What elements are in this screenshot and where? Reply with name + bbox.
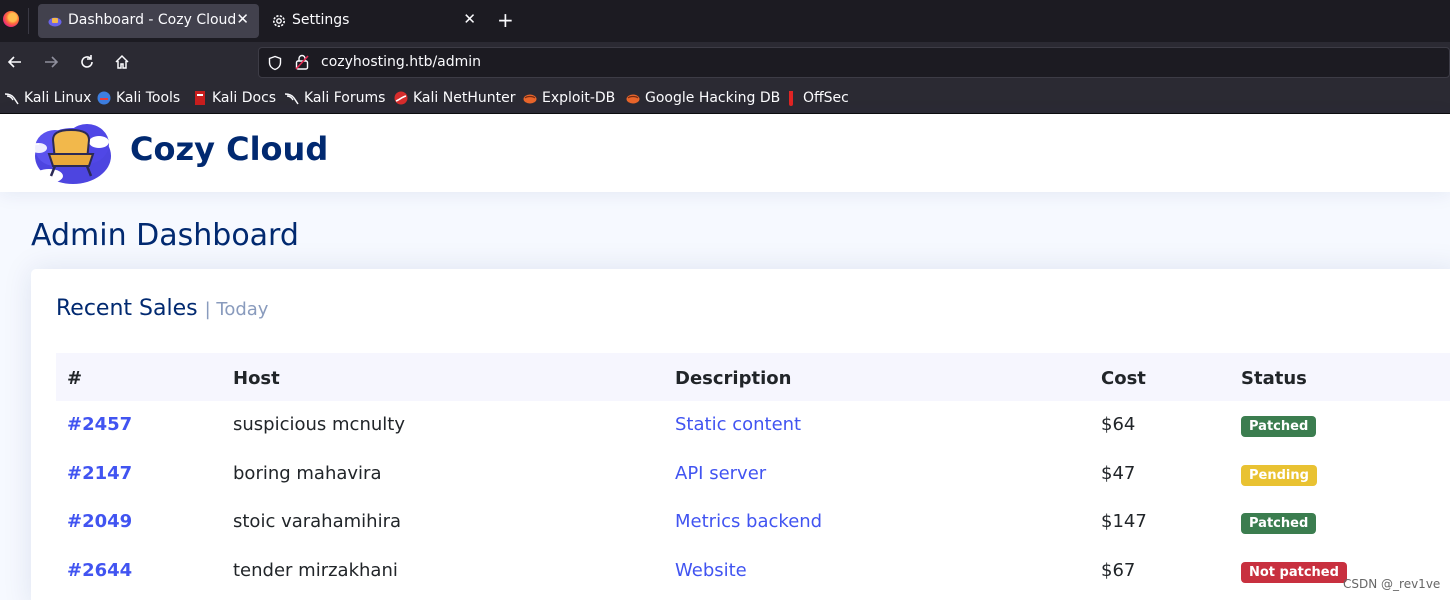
bookmark-exploit-db[interactable]: Exploit-DB	[522, 89, 615, 107]
ghdb-icon	[625, 90, 641, 106]
bookmark-label: Kali Linux	[24, 90, 92, 106]
close-icon[interactable]: ✕	[463, 10, 476, 28]
tab-separator	[28, 8, 29, 34]
shield-icon[interactable]	[267, 55, 283, 71]
bookmark-label: Google Hacking DB	[645, 90, 781, 106]
cost-value: $47	[1101, 462, 1136, 484]
firefox-icon[interactable]	[3, 11, 19, 27]
gear-icon	[273, 15, 285, 27]
column-header-status: Status	[1241, 368, 1307, 389]
recent-sales-card: Recent Sales | Today # Host Description …	[31, 269, 1450, 600]
host-name: suspicious mcnulty	[233, 414, 405, 435]
card-subtitle: | Today	[204, 299, 269, 320]
browser-tab-bar: Dashboard - Cozy Cloud ✕ Settings ✕ +	[0, 0, 1450, 42]
card-title: Recent Sales | Today	[56, 296, 268, 321]
kali-docs-icon	[192, 90, 208, 106]
status-badge: Pending	[1241, 464, 1317, 486]
order-id-link[interactable]: #2049	[67, 511, 132, 532]
cost-value: $64	[1101, 414, 1136, 435]
tab-dashboard[interactable]: Dashboard - Cozy Cloud ✕	[38, 4, 259, 38]
offsec-icon	[783, 90, 799, 106]
bookmark-kali-docs[interactable]: Kali Docs	[192, 89, 276, 107]
description-link[interactable]: Website	[675, 560, 747, 581]
card-title-text: Recent Sales	[56, 296, 198, 321]
page-title: Admin Dashboard	[31, 218, 299, 253]
site-header: Cozy Cloud	[0, 114, 1450, 192]
close-icon[interactable]: ✕	[236, 10, 249, 28]
site-logo-text[interactable]: Cozy Cloud	[130, 130, 328, 168]
table-row: #2644 tender mirzakhani Website $67 Not …	[56, 547, 1450, 596]
recent-sales-table: # Host Description Cost Status #2457 sus…	[56, 353, 1450, 595]
url-text: cozyhosting.htb/admin	[321, 54, 482, 70]
insecure-lock-icon[interactable]	[295, 54, 309, 70]
table-header: # Host Description Cost Status	[56, 353, 1450, 401]
cost-value: $147	[1101, 511, 1147, 532]
host-name: tender mirzakhani	[233, 559, 398, 581]
order-id-link[interactable]: #2147	[67, 463, 132, 484]
cozy-cloud-logo-icon[interactable]	[25, 114, 117, 190]
status-badge: Patched	[1241, 416, 1317, 437]
bookmark-label: Kali NetHunter	[413, 90, 516, 106]
exploit-db-icon	[522, 90, 538, 106]
bookmark-label: Kali Docs	[212, 90, 277, 106]
address-bar[interactable]: cozyhosting.htb/admin	[258, 47, 1450, 78]
back-arrow-icon[interactable]	[3, 50, 27, 74]
kali-tools-icon	[96, 90, 112, 106]
bookmark-kali-linux[interactable]: Kali Linux	[4, 89, 91, 107]
reload-icon[interactable]	[75, 50, 99, 74]
nethunter-icon	[393, 90, 409, 106]
bookmark-google-hacking-db[interactable]: Google Hacking DB	[625, 89, 780, 107]
column-header-number: #	[67, 368, 83, 389]
table-row: #2457 suspicious mcnulty Static content …	[56, 401, 1450, 450]
tab-title: Settings	[292, 12, 350, 28]
column-header-cost: Cost	[1101, 368, 1146, 389]
tab-title: Dashboard - Cozy Cloud	[68, 12, 237, 28]
new-tab-button[interactable]: +	[497, 8, 514, 32]
forward-arrow-icon[interactable]	[39, 50, 63, 74]
cost-value: $67	[1101, 559, 1136, 581]
description-link[interactable]: Metrics backend	[675, 511, 822, 532]
table-row: #2049 stoic varahamihira Metrics backend…	[56, 498, 1450, 547]
order-id-link[interactable]: #2644	[67, 560, 132, 581]
table-row: #2147 boring mahavira API server $47 Pen…	[56, 450, 1450, 499]
status-badge: Patched	[1241, 513, 1317, 534]
bookmark-label: Exploit-DB	[542, 90, 616, 106]
bookmark-label: OffSec	[803, 90, 849, 106]
bookmark-offsec[interactable]: OffSec	[783, 89, 849, 107]
kali-dragon-icon	[4, 90, 20, 106]
description-link[interactable]: API server	[675, 463, 766, 484]
kali-dragon-icon	[284, 90, 300, 106]
bookmark-label: Kali Forums	[304, 90, 386, 106]
bookmark-kali-nethunter[interactable]: Kali NetHunter	[393, 89, 515, 107]
host-name: boring mahavira	[233, 462, 382, 484]
bookmark-label: Kali Tools	[116, 90, 181, 106]
bookmarks-toolbar: Kali Linux Kali Tools Kali Docs Kali For…	[0, 82, 1450, 114]
status-badge: Not patched	[1241, 561, 1347, 583]
host-name: stoic varahamihira	[233, 511, 401, 532]
watermark: CSDN @_rev1ve	[1343, 577, 1441, 591]
bookmark-kali-tools[interactable]: Kali Tools	[96, 89, 180, 107]
cozy-cloud-favicon	[48, 17, 62, 27]
tab-settings[interactable]: Settings ✕	[262, 4, 486, 38]
browser-nav-bar: cozyhosting.htb/admin	[0, 42, 1450, 82]
order-id-link[interactable]: #2457	[67, 414, 132, 435]
bookmark-kali-forums[interactable]: Kali Forums	[284, 89, 385, 107]
home-icon[interactable]	[110, 50, 134, 74]
column-header-description: Description	[675, 368, 792, 389]
column-header-host: Host	[233, 368, 280, 389]
description-link[interactable]: Static content	[675, 414, 801, 435]
